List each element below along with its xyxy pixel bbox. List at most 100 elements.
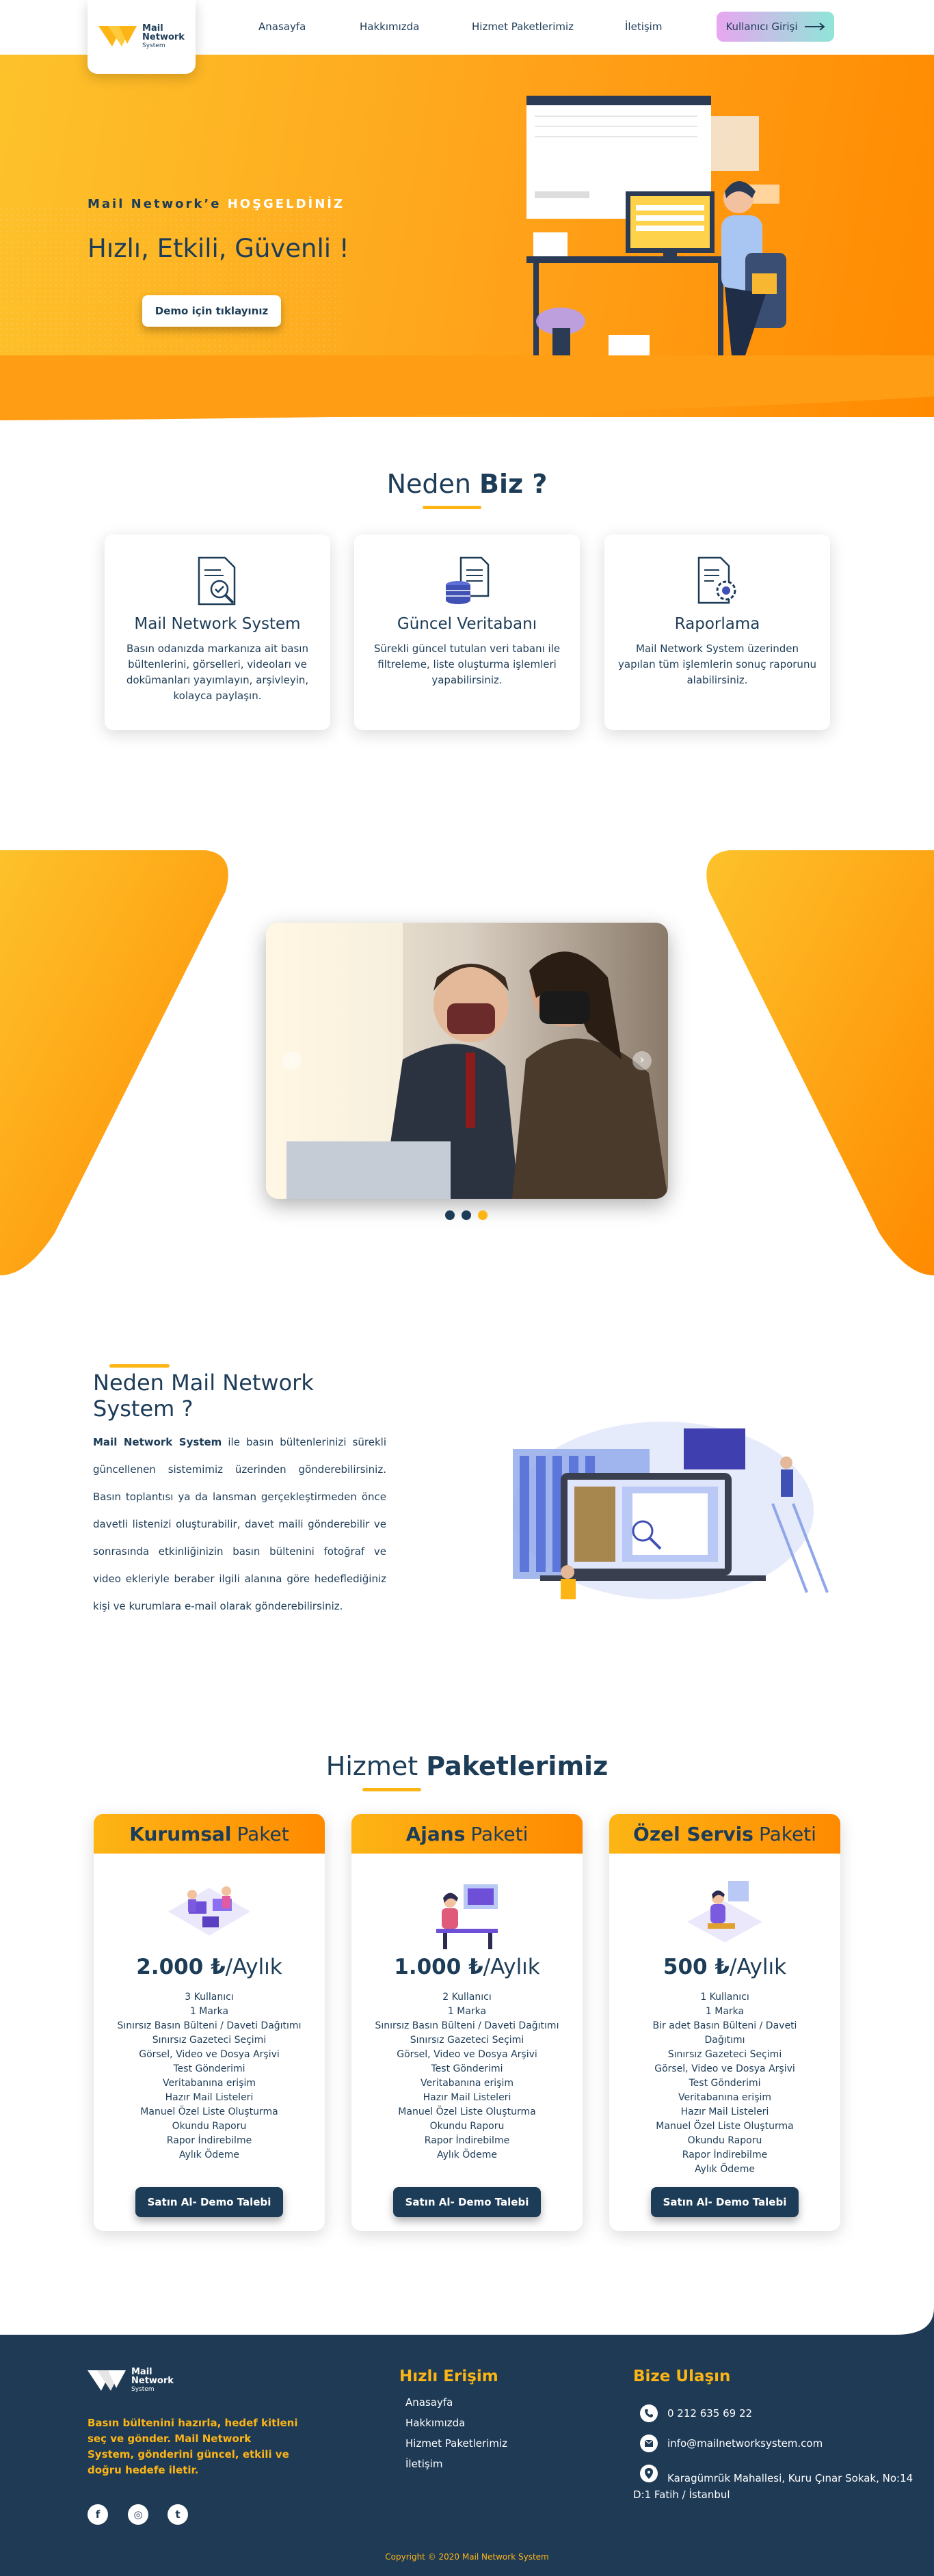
welcome-highlight: HOŞGELDİNİZ <box>227 197 345 211</box>
hero-bottom-curve <box>0 355 934 420</box>
package-name-rest: Paketi <box>470 1822 529 1845</box>
package-feature: Test Gönderimi <box>689 2078 761 2089</box>
logo[interactable]: Mail Network System <box>88 0 196 74</box>
contact-address: Karagümrük Mahallesi, Kuru Çınar Sokak, … <box>633 2472 913 2501</box>
footer-logo-line-2: Network <box>131 2376 174 2386</box>
package-feature: Rapor İndirebilme <box>166 2135 252 2146</box>
welcome-text: Mail Network’e HOŞGELDİNİZ <box>88 197 345 211</box>
contact-title: Bize Ulaşın <box>633 2368 731 2385</box>
slider-decor-left <box>0 850 228 1275</box>
hero-title: Hızlı, Etkili, Güvenli ! <box>88 234 349 263</box>
nav-link-contact[interactable]: İletişim <box>625 21 662 33</box>
instagram-icon[interactable]: ◎ <box>128 2504 148 2525</box>
login-label: Kullanıcı Girişi <box>725 21 798 33</box>
package-feature: Sınırsız Basın Bülteni / Daveti Dağıtımı <box>375 2020 559 2031</box>
quick-access-title: Hızlı Erişim <box>399 2368 498 2385</box>
hero-illustration <box>526 96 786 366</box>
package-feature: Bir adet Basın Bülteni / Daveti Dağıtımı <box>652 2020 797 2046</box>
logo-line-3: System <box>142 42 165 49</box>
contact-email[interactable]: info@mailnetworksystem.com <box>667 2437 823 2450</box>
nav-link-packages[interactable]: Hizmet Paketlerimiz <box>472 21 574 33</box>
price-period: /Aylık <box>483 1955 540 1979</box>
package-feature: Manuel Özel Liste Oluşturma <box>140 2106 278 2117</box>
why-mail-text: Mail Network System ile basın bültenleri… <box>93 1428 386 1620</box>
package-feature: 1 Kullanıcı <box>700 1992 749 2003</box>
agency-worker-illustration <box>436 1884 498 1949</box>
login-button[interactable]: Kullanıcı Girişi <box>717 12 834 42</box>
package-card-special: Özel Servis Paketi 500 ₺/Aylık 1 Kullanıc… <box>609 1814 840 2231</box>
package-features: 3 Kullanıcı 1 Marka Sınırsız Basın Bülte… <box>117 1990 302 2163</box>
nav-link-home[interactable]: Anasayfa <box>258 21 306 33</box>
why-us-title-normal: Neden <box>386 469 480 499</box>
price-amount: 1.000 ₺ <box>394 1955 483 1979</box>
package-price: 500 ₺/Aylık <box>609 1955 840 1979</box>
contact-phone[interactable]: 0 212 635 69 22 <box>667 2407 752 2419</box>
why-us-title-bold: Biz ? <box>479 469 548 499</box>
top-navbar: Mail Network System Anasayfa Hakkımızda … <box>0 0 934 74</box>
report-settings-icon <box>697 556 736 604</box>
slider-dot-1[interactable] <box>445 1210 455 1220</box>
package-name-bold: Kurumsal <box>129 1822 232 1845</box>
package-feature: Hazır Mail Listeleri <box>680 2106 769 2117</box>
why-mail-title: Neden Mail Network System ? <box>93 1370 314 1422</box>
package-feature: 2 Kullanıcı <box>442 1992 492 2003</box>
package-feature: 1 Marka <box>189 2006 229 2017</box>
packages-title-bold: Paketlerimiz <box>426 1751 609 1781</box>
package-feature: Rapor İndirebilme <box>682 2150 768 2160</box>
package-feature: Sınırsız Gazeteci Seçimi <box>152 2035 267 2046</box>
footer-link-about[interactable]: Hakkımızda <box>405 2417 465 2429</box>
office-team-illustration <box>168 1886 250 1936</box>
price-period: /Aylık <box>730 1955 787 1979</box>
facebook-icon[interactable]: f <box>88 2504 108 2525</box>
feature-card-mail-network: Mail Network System Basın odanızda marka… <box>105 534 330 730</box>
package-header: Ajans Paketi <box>351 1814 583 1854</box>
package-features: 2 Kullanıcı 1 Marka Sınırsız Basın Bülte… <box>375 1990 559 2163</box>
footer-link-home[interactable]: Anasayfa <box>405 2396 453 2409</box>
package-feature: Veritabanına erişim <box>420 2078 514 2089</box>
package-feature: Görsel, Video ve Dosya Arşivi <box>397 2049 537 2060</box>
package-feature: Veritabanına erişim <box>162 2078 256 2089</box>
package-feature: Okundu Raporu <box>687 2135 762 2146</box>
slider-image[interactable]: ‹ › <box>266 923 668 1199</box>
package-feature: Sınırsız Gazeteci Seçimi <box>667 2049 782 2060</box>
footer-link-packages[interactable]: Hizmet Paketlerimiz <box>405 2437 507 2450</box>
demo-button[interactable]: Demo için tıklayınız <box>142 295 281 327</box>
logo-line-2: Network <box>142 31 185 42</box>
footer-description: Basın bültenini hazırla, hedef kitleni s… <box>88 2417 298 2476</box>
price-amount: 500 ₺ <box>663 1955 730 1979</box>
slider-dot-2[interactable] <box>462 1210 471 1220</box>
package-feature: Görsel, Video ve Dosya Arşivi <box>654 2063 795 2074</box>
package-name-rest: Paket <box>237 1822 289 1845</box>
package-feature: Okundu Raporu <box>172 2121 247 2132</box>
buy-demo-button[interactable]: Satın Al- Demo Talebi <box>135 2187 283 2217</box>
package-price: 2.000 ₺/Aylık <box>94 1955 325 1979</box>
slider-next-button[interactable]: › <box>632 1051 652 1070</box>
package-feature: 3 Kullanıcı <box>185 1992 234 2003</box>
business-meeting-photo <box>266 923 668 1199</box>
footer-logo[interactable]: Mail Network System <box>88 2368 174 2394</box>
package-card-corporate: Kurumsal Paket 2.000 ₺/Aylık 3 Kullanıcı … <box>94 1814 325 2231</box>
feature-card-reports: Raporlama Mail Network System üzerinden … <box>604 534 830 730</box>
package-feature: Rapor İndirebilme <box>424 2135 510 2146</box>
package-features: 1 Kullanıcı 1 Marka Bir adet Basın Bülte… <box>632 1990 817 2177</box>
package-header: Kurumsal Paket <box>94 1814 325 1854</box>
phone-icon <box>640 2404 658 2422</box>
buy-demo-button[interactable]: Satın Al- Demo Talebi <box>393 2187 541 2217</box>
package-feature: Sınırsız Gazeteci Seçimi <box>410 2035 524 2046</box>
package-card-agency: Ajans Paketi 1.000 ₺/Aylık 2 Kullanıcı 1 … <box>351 1814 583 2231</box>
package-feature: Aylık Ödeme <box>178 2150 240 2160</box>
package-feature: Test Gönderimi <box>173 2063 245 2074</box>
nav-link-about[interactable]: Hakkımızda <box>360 21 419 33</box>
footer-link-contact[interactable]: İletişim <box>405 2458 442 2470</box>
slider-dot-3[interactable] <box>478 1210 488 1220</box>
why-us-underline <box>423 506 481 509</box>
package-feature: Manuel Özel Liste Oluşturma <box>398 2106 536 2117</box>
buy-demo-button[interactable]: Satın Al- Demo Talebi <box>651 2187 799 2217</box>
package-header: Özel Servis Paketi <box>609 1814 840 1854</box>
twitter-icon[interactable]: t <box>168 2504 188 2525</box>
why-mail-underline <box>109 1364 170 1368</box>
package-feature: Görsel, Video ve Dosya Arşivi <box>139 2049 280 2060</box>
document-check-icon <box>198 556 236 606</box>
feature-text: Basın odanızda markanıza ait basın bülte… <box>126 642 309 702</box>
slider-prev-button[interactable]: ‹ <box>282 1051 302 1070</box>
